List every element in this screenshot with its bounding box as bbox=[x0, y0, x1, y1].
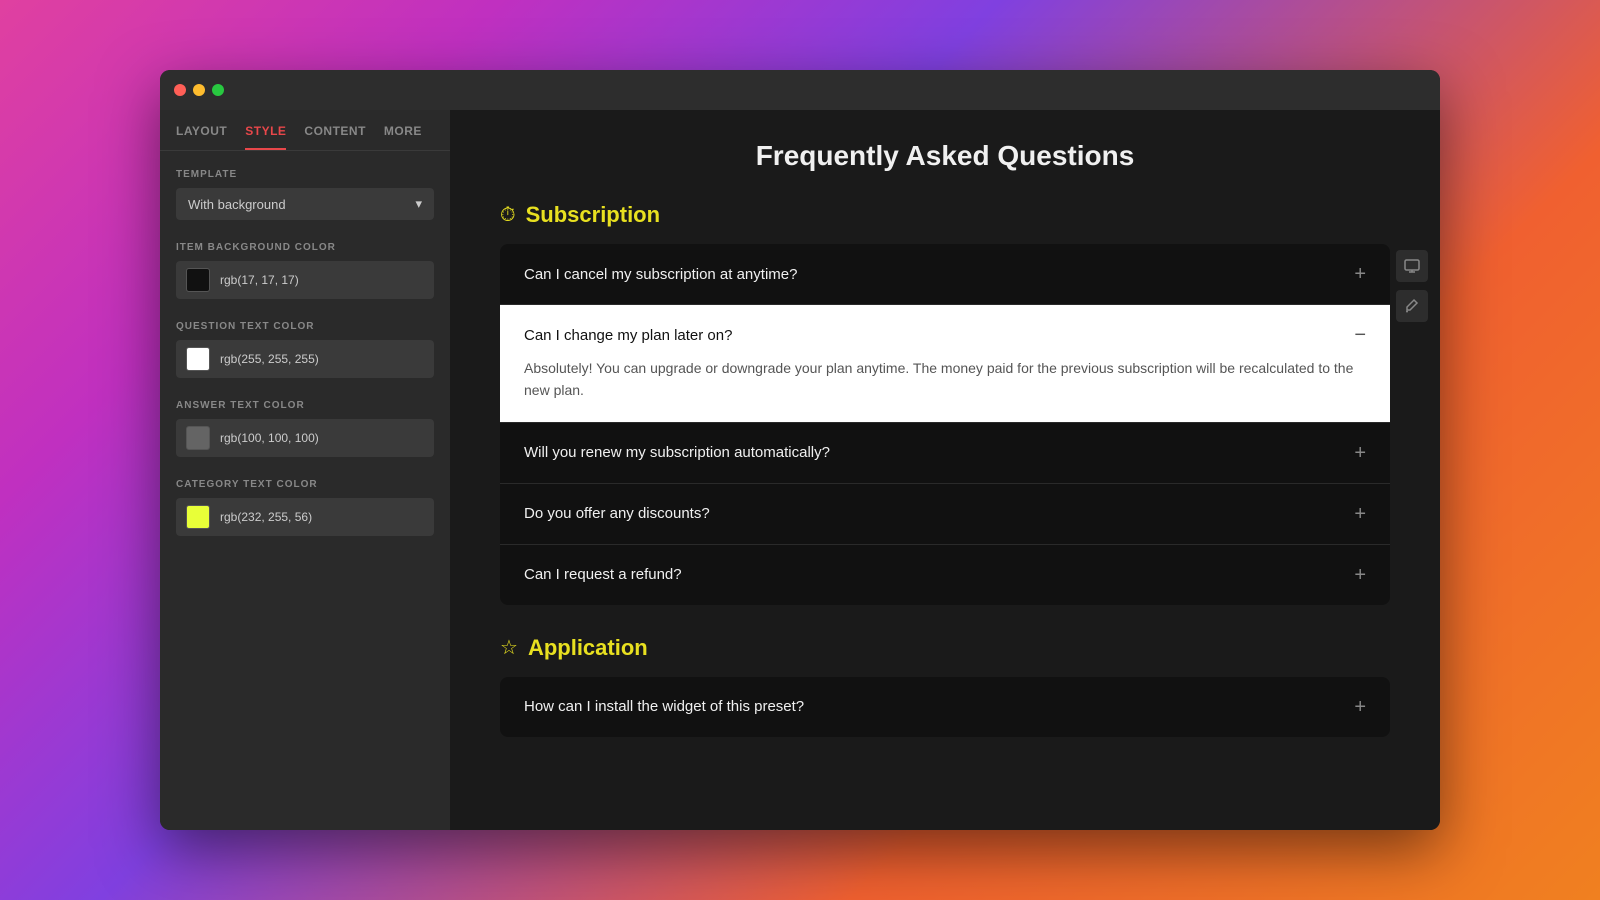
sidebar: LAYOUT STYLE CONTENT MORE TEMPLATE With … bbox=[160, 110, 450, 830]
item-bg-label: ITEM BACKGROUND COLOR bbox=[176, 242, 434, 253]
faq-toggle-icon: − bbox=[1354, 325, 1366, 345]
answer-text-value: rgb(100, 100, 100) bbox=[220, 431, 319, 445]
faq-item[interactable]: Can I cancel my subscription at anytime?… bbox=[500, 244, 1390, 305]
faq-toggle-icon: + bbox=[1354, 504, 1366, 524]
answer-text-swatch bbox=[186, 426, 210, 450]
template-value: With background bbox=[188, 197, 286, 212]
title-bar bbox=[160, 70, 1440, 110]
template-section: TEMPLATE With background ▾ bbox=[176, 169, 434, 220]
faq-header: Can I request a refund? + bbox=[524, 565, 1366, 585]
subscription-title: Subscription bbox=[526, 202, 660, 228]
monitor-icon[interactable] bbox=[1396, 250, 1428, 282]
item-bg-color-row[interactable]: rgb(17, 17, 17) bbox=[176, 261, 434, 299]
application-header: ☆ Application bbox=[500, 635, 1390, 661]
maximize-button[interactable] bbox=[212, 84, 224, 96]
faq-toggle-icon: + bbox=[1354, 264, 1366, 284]
close-button[interactable] bbox=[174, 84, 186, 96]
question-text-color-row[interactable]: rgb(255, 255, 255) bbox=[176, 340, 434, 378]
sidebar-body: TEMPLATE With background ▾ ITEM BACKGROU… bbox=[160, 151, 450, 554]
category-text-section: CATEGORY TEXT COLOR rgb(232, 255, 56) bbox=[176, 479, 434, 536]
question-text-label: QUESTION TEXT COLOR bbox=[176, 321, 434, 332]
traffic-lights bbox=[174, 84, 224, 96]
item-bg-swatch bbox=[186, 268, 210, 292]
category-application: ☆ Application How can I install the widg… bbox=[500, 635, 1390, 737]
answer-text-color-row[interactable]: rgb(100, 100, 100) bbox=[176, 419, 434, 457]
page-title: Frequently Asked Questions bbox=[500, 140, 1390, 172]
faq-header: Can I change my plan later on? − bbox=[524, 325, 1366, 345]
subscription-header: ⏱ Subscription bbox=[500, 202, 1390, 228]
category-text-color-row[interactable]: rgb(232, 255, 56) bbox=[176, 498, 434, 536]
faq-item[interactable]: How can I install the widget of this pre… bbox=[500, 677, 1390, 737]
faq-item[interactable]: Do you offer any discounts? + bbox=[500, 484, 1390, 545]
main-content: LAYOUT STYLE CONTENT MORE TEMPLATE With … bbox=[160, 110, 1440, 830]
tab-content[interactable]: CONTENT bbox=[304, 124, 366, 150]
category-text-label: CATEGORY TEXT COLOR bbox=[176, 479, 434, 490]
category-text-value: rgb(232, 255, 56) bbox=[220, 510, 312, 524]
question-text-section: QUESTION TEXT COLOR rgb(255, 255, 255) bbox=[176, 321, 434, 378]
faq-header: Do you offer any discounts? + bbox=[524, 504, 1366, 524]
tab-style[interactable]: STYLE bbox=[245, 124, 286, 150]
paint-icon[interactable] bbox=[1396, 290, 1428, 322]
subscription-icon: ⏱ bbox=[500, 204, 516, 227]
right-tools bbox=[1396, 250, 1428, 322]
faq-item[interactable]: Will you renew my subscription automatic… bbox=[500, 423, 1390, 484]
application-icon: ☆ bbox=[500, 635, 518, 660]
dropdown-arrow: ▾ bbox=[415, 196, 422, 212]
faq-answer: Absolutely! You can upgrade or downgrade… bbox=[524, 357, 1366, 402]
faq-question: Will you renew my subscription automatic… bbox=[524, 444, 830, 461]
editor-area: Frequently Asked Questions ⏱ Subscriptio… bbox=[450, 110, 1440, 830]
faq-question: How can I install the widget of this pre… bbox=[524, 698, 804, 715]
application-title: Application bbox=[528, 635, 648, 661]
faq-toggle-icon: + bbox=[1354, 697, 1366, 717]
category-subscription: ⏱ Subscription Can I cancel my subscript… bbox=[500, 202, 1390, 605]
item-bg-value: rgb(17, 17, 17) bbox=[220, 273, 299, 287]
faq-question: Can I request a refund? bbox=[524, 566, 682, 583]
faq-item[interactable]: Can I request a refund? + bbox=[500, 545, 1390, 605]
faq-question: Can I cancel my subscription at anytime? bbox=[524, 266, 797, 283]
faq-question: Do you offer any discounts? bbox=[524, 505, 710, 522]
template-dropdown[interactable]: With background ▾ bbox=[176, 188, 434, 220]
question-text-swatch bbox=[186, 347, 210, 371]
answer-text-label: ANSWER TEXT COLOR bbox=[176, 400, 434, 411]
question-text-value: rgb(255, 255, 255) bbox=[220, 352, 319, 366]
application-faq-list: How can I install the widget of this pre… bbox=[500, 677, 1390, 737]
tab-more[interactable]: MORE bbox=[384, 124, 422, 150]
tab-layout[interactable]: LAYOUT bbox=[176, 124, 227, 150]
sidebar-tabs: LAYOUT STYLE CONTENT MORE bbox=[160, 110, 450, 151]
subscription-faq-list: Can I cancel my subscription at anytime?… bbox=[500, 244, 1390, 605]
minimize-button[interactable] bbox=[193, 84, 205, 96]
faq-question: Can I change my plan later on? bbox=[524, 327, 732, 344]
browser-window: LAYOUT STYLE CONTENT MORE TEMPLATE With … bbox=[160, 70, 1440, 830]
template-label: TEMPLATE bbox=[176, 169, 434, 180]
faq-header: How can I install the widget of this pre… bbox=[524, 697, 1366, 717]
faq-header: Can I cancel my subscription at anytime?… bbox=[524, 264, 1366, 284]
faq-toggle-icon: + bbox=[1354, 443, 1366, 463]
faq-item[interactable]: Can I change my plan later on? − Absolut… bbox=[500, 305, 1390, 423]
answer-text-section: ANSWER TEXT COLOR rgb(100, 100, 100) bbox=[176, 400, 434, 457]
category-text-swatch bbox=[186, 505, 210, 529]
faq-header: Will you renew my subscription automatic… bbox=[524, 443, 1366, 463]
faq-toggle-icon: + bbox=[1354, 565, 1366, 585]
item-bg-section: ITEM BACKGROUND COLOR rgb(17, 17, 17) bbox=[176, 242, 434, 299]
